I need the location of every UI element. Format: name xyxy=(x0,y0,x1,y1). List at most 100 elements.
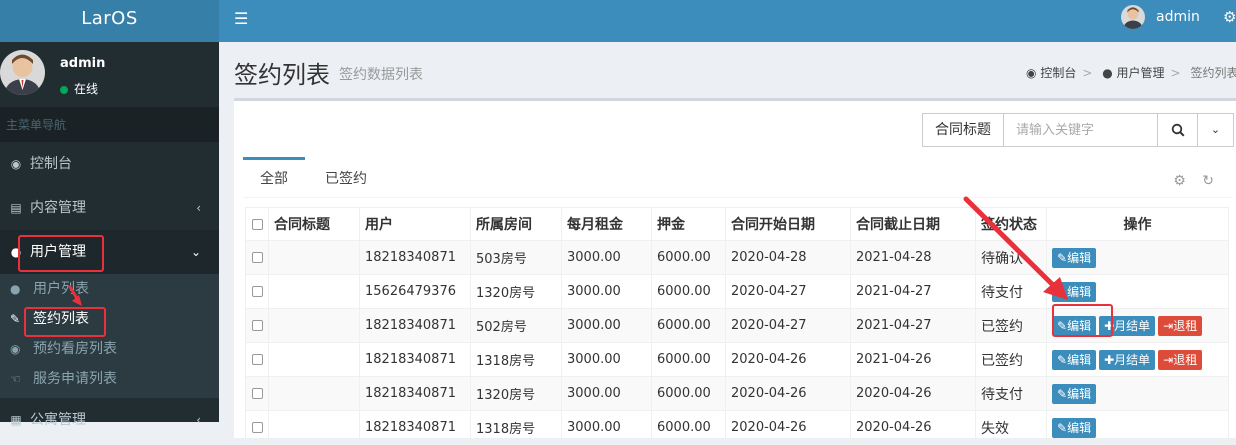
edit-icon: ✎ xyxy=(10,312,21,326)
column-header[interactable]: 合同标题 xyxy=(268,207,360,241)
column-header[interactable]: 合同截止日期 xyxy=(850,207,976,241)
cell-room: 1320房号 xyxy=(470,274,562,309)
cell-rent: 3000.00 xyxy=(561,376,652,411)
cell-deposit: 6000.00 xyxy=(651,274,726,309)
cell-actions: ✎编辑 xyxy=(1046,240,1229,275)
cell-user: 18218340871 xyxy=(359,410,471,445)
sidebar-item-label: 控制台 xyxy=(30,156,72,172)
sidebar-item-content[interactable]: ▤ 内容管理 ‹ xyxy=(0,186,219,230)
column-header[interactable]: 合同开始日期 xyxy=(725,207,851,241)
settings-gear-icon[interactable]: ⚙ xyxy=(1223,8,1236,26)
chevron-left-icon: ‹ xyxy=(196,413,201,427)
cell-room: 1320房号 xyxy=(470,376,562,411)
cell-title xyxy=(268,342,360,377)
cell-title xyxy=(268,274,360,309)
cell-actions: ✎编辑 xyxy=(1046,376,1229,411)
sidebar-item-dashboard[interactable]: ◉ 控制台 xyxy=(0,142,219,186)
cell-user: 18218340871 xyxy=(359,240,471,275)
cell-deposit: 6000.00 xyxy=(651,240,726,275)
search-input[interactable] xyxy=(1004,113,1158,147)
plus-icon: ✚ xyxy=(1104,352,1115,367)
user-status-label: 在线 xyxy=(74,82,99,96)
advanced-search-button[interactable]: ⌄ xyxy=(1198,113,1234,147)
monthly-label: 月结单 xyxy=(1114,318,1151,333)
checkout-button[interactable]: ⇥退租 xyxy=(1158,315,1203,336)
search-icon xyxy=(1171,123,1185,137)
cell-status: 待支付 xyxy=(975,376,1047,411)
column-header[interactable]: 每月租金 xyxy=(561,207,652,241)
row-checkbox[interactable] xyxy=(251,388,263,399)
cell-user: 18218340871 xyxy=(359,342,471,377)
cell-room: 1318房号 xyxy=(470,342,562,377)
breadcrumb-link[interactable]: 控制台 xyxy=(1040,66,1076,80)
edit-button[interactable]: ✎编辑 xyxy=(1052,349,1097,370)
select-all-checkbox[interactable] xyxy=(251,218,263,230)
cell-title xyxy=(268,410,360,445)
monthly-statement-button[interactable]: ✚月结单 xyxy=(1099,349,1156,370)
cell-start-date: 2020-04-28 xyxy=(725,240,851,275)
row-checkbox[interactable] xyxy=(251,252,263,263)
edit-label: 编辑 xyxy=(1067,250,1092,265)
cell-end-date: 2021-04-27 xyxy=(850,308,976,343)
table-row: 18218340871 503房号 3000.00 6000.00 2020-0… xyxy=(245,240,1229,275)
search-button[interactable] xyxy=(1158,113,1198,147)
tab-all[interactable]: 全部 xyxy=(243,157,305,198)
building-icon: ▦ xyxy=(10,413,22,427)
row-checkbox[interactable] xyxy=(251,422,263,433)
monthly-label: 月结单 xyxy=(1114,352,1151,367)
cell-title xyxy=(268,376,360,411)
header-user-name[interactable]: admin xyxy=(1156,9,1200,25)
breadcrumb-link[interactable]: 用户管理 xyxy=(1117,66,1165,80)
row-checkbox[interactable] xyxy=(251,320,263,331)
column-header[interactable]: 所属房间 xyxy=(470,207,562,241)
cell-user: 18218340871 xyxy=(359,376,471,411)
cell-end-date: 2021-04-27 xyxy=(850,274,976,309)
menu-toggle-icon[interactable]: ☰ xyxy=(234,9,248,28)
cell-actions: ✎编辑 xyxy=(1046,410,1229,445)
row-checkbox[interactable] xyxy=(251,354,263,365)
eye-icon: ◉ xyxy=(10,342,21,356)
edit-button[interactable]: ✎编辑 xyxy=(1052,383,1097,404)
avatar xyxy=(0,50,45,95)
sidebar-subitem-viewing-list[interactable]: ◉ 预约看房列表 xyxy=(0,334,219,364)
checkout-label: 退租 xyxy=(1173,318,1198,333)
nav-header: 主菜单导航 xyxy=(0,107,219,142)
edit-button[interactable]: ✎编辑 xyxy=(1052,281,1097,302)
search-field-select[interactable]: 合同标题 xyxy=(922,113,1004,147)
sidebar-subitem-user-list[interactable]: ● 用户列表 xyxy=(0,274,219,304)
cell-status: 已签约 xyxy=(975,308,1047,343)
user-status: 在线 xyxy=(60,80,98,97)
sidebar-subitem-service-list[interactable]: ☜ 服务申请列表 xyxy=(0,364,219,394)
edit-button[interactable]: ✎编辑 xyxy=(1052,247,1097,268)
refresh-icon[interactable]: ↻ xyxy=(1202,173,1214,189)
cell-start-date: 2020-04-26 xyxy=(725,342,851,377)
cell-start-date: 2020-04-27 xyxy=(725,274,851,309)
table-row: 18218340871 1318房号 3000.00 6000.00 2020-… xyxy=(245,342,1229,377)
highlight-box xyxy=(24,307,106,337)
edit-label: 编辑 xyxy=(1067,352,1092,367)
highlight-box xyxy=(1052,304,1113,337)
cell-user: 15626479376 xyxy=(359,274,471,309)
user-icon: ● xyxy=(10,282,21,296)
cell-actions: ✎编辑 ✚月结单 ⇥退租 xyxy=(1046,342,1229,377)
sidebar-item-apartments[interactable]: ▦ 公寓管理 ‹ xyxy=(0,398,219,442)
cell-deposit: 6000.00 xyxy=(651,342,726,377)
row-checkbox[interactable] xyxy=(251,286,263,297)
sidebar-subitem-label: 预约看房列表 xyxy=(33,341,117,357)
sidebar: LarOS admin 在线 主菜单导航 ◉ 控制台 ▤ 内容管理 ‹ ● 用户… xyxy=(0,0,219,428)
column-header[interactable]: 签约状态 xyxy=(975,207,1047,241)
column-header[interactable]: 用户 xyxy=(359,207,471,241)
checkout-button[interactable]: ⇥退租 xyxy=(1158,349,1203,370)
edit-button[interactable]: ✎编辑 xyxy=(1052,417,1097,438)
cell-room: 503房号 xyxy=(470,240,562,275)
hand-icon: ☜ xyxy=(10,372,21,386)
app-logo[interactable]: LarOS xyxy=(0,0,219,42)
tab-signed[interactable]: 已签约 xyxy=(308,157,384,198)
header-avatar[interactable] xyxy=(1121,5,1145,29)
settings-gear-icon[interactable]: ⚙ xyxy=(1173,173,1186,189)
user-panel: admin 在线 xyxy=(0,42,219,107)
column-header[interactable]: 押金 xyxy=(651,207,726,241)
cell-deposit: 6000.00 xyxy=(651,376,726,411)
cell-start-date: 2020-04-26 xyxy=(725,410,851,445)
online-dot-icon xyxy=(60,85,68,94)
